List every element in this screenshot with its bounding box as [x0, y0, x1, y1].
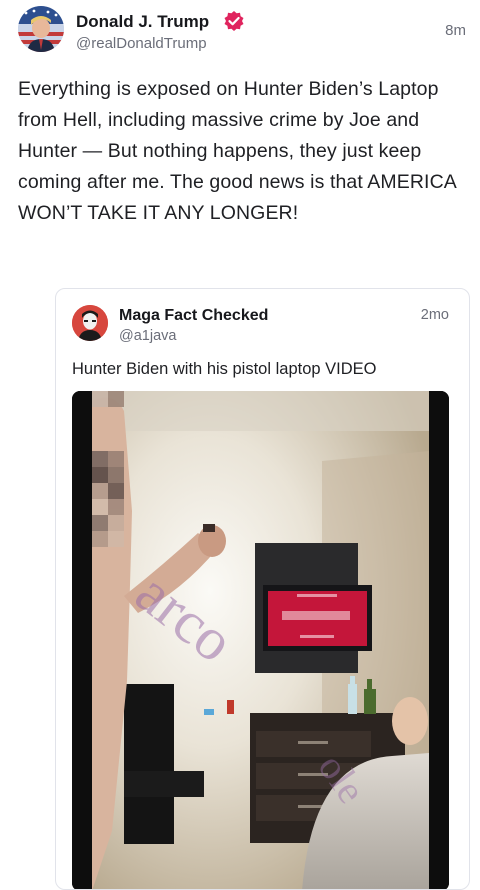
quote-author-avatar[interactable]: [72, 305, 108, 341]
verified-badge-icon: [223, 10, 245, 32]
post-header: Donald J. Trump @realDonaldTrump 8m: [18, 6, 468, 56]
author-name[interactable]: Donald J. Trump: [76, 12, 209, 32]
quote-author-handle[interactable]: @a1java: [119, 328, 176, 344]
quote-author-name[interactable]: Maga Fact Checked: [119, 307, 268, 325]
quoted-post-card[interactable]: Maga Fact Checked @a1java 2mo Hunter Bid…: [55, 288, 470, 890]
author-avatar[interactable]: [18, 6, 64, 52]
post-text: Everything is exposed on Hunter Biden’s …: [18, 78, 456, 224]
video-player[interactable]: arco ole: [72, 391, 449, 889]
quote-timestamp[interactable]: 2mo: [421, 307, 449, 323]
post-timestamp[interactable]: 8m: [445, 22, 466, 39]
author-handle[interactable]: @realDonaldTrump: [76, 35, 207, 52]
quote-text: Hunter Biden with his pistol laptop VIDE…: [72, 360, 377, 378]
